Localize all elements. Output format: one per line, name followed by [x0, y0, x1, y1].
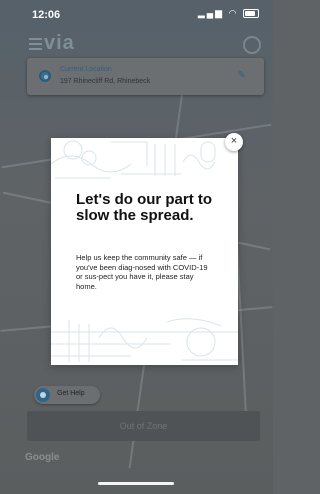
help-icon	[36, 388, 50, 402]
covid-modal: Let's do our part to slow the spread. He…	[51, 138, 238, 365]
out-of-zone-button[interactable]: Out of Zone	[27, 411, 260, 441]
app-logo: via	[44, 32, 75, 54]
location-title: Current Location	[60, 66, 112, 73]
get-help-button[interactable]: Get Help	[34, 386, 100, 404]
home-indicator[interactable]	[98, 482, 174, 485]
profile-icon[interactable]	[243, 36, 261, 54]
status-bar: 12:06 ▂▄▆ ◠	[0, 0, 273, 28]
menu-icon[interactable]	[29, 38, 42, 50]
location-card[interactable]: Current Location 197 Rhinecliff Rd, Rhin…	[27, 58, 264, 95]
pencil-icon[interactable]: ✎	[238, 70, 246, 81]
app-screen: 12:06 ▂▄▆ ◠ via Current Location 197 Rhi…	[0, 0, 273, 494]
battery-icon	[243, 9, 259, 19]
location-address: 197 Rhinecliff Rd, Rhinebeck	[60, 78, 151, 85]
wifi-icon: ◠	[228, 8, 239, 18]
close-icon: ×	[230, 135, 238, 147]
modal-bottom-pattern	[51, 318, 238, 362]
out-of-zone-label: Out of Zone	[119, 421, 168, 431]
modal-headline: Let's do our part to slow the spread.	[76, 191, 213, 224]
google-attribution: Google	[25, 452, 60, 463]
modal-body: Help us keep the community safe — if you…	[76, 253, 208, 291]
status-icons: ▂▄▆ ◠	[198, 8, 259, 19]
status-time: 12:06	[32, 9, 61, 21]
get-help-label: Get Help	[57, 390, 85, 397]
close-modal-button[interactable]: ×	[225, 133, 243, 151]
signal-bars-icon: ▂▄▆	[197, 8, 225, 18]
location-pin-icon	[39, 70, 51, 82]
modal-top-pattern	[51, 140, 216, 179]
